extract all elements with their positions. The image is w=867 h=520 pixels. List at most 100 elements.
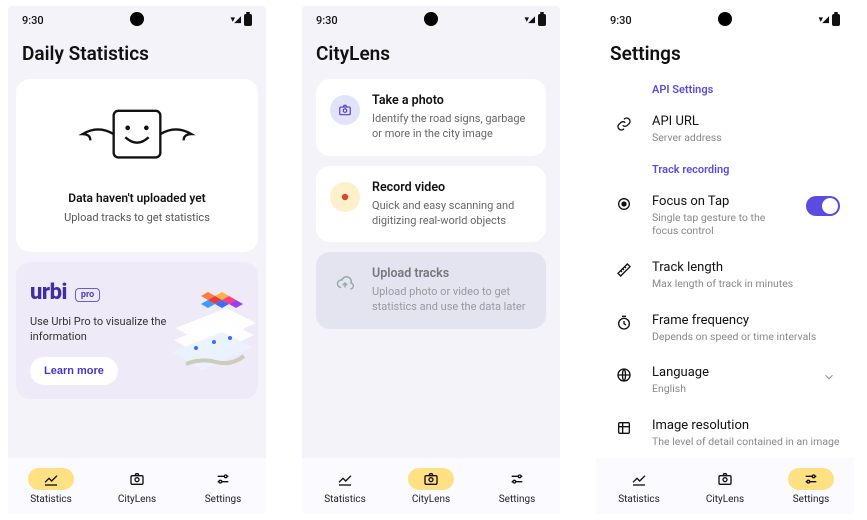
- setting-sub: English: [652, 382, 808, 396]
- promo-pill: pro: [75, 288, 100, 302]
- bottom-navbar: Statistics CityLens Settings: [596, 458, 854, 514]
- status-right: ▾◢: [231, 14, 252, 26]
- promo-card[interactable]: urbi pro Use Urbi Pro to visualize the i…: [16, 262, 258, 399]
- statusbar: 9:30 ▾◢: [302, 6, 560, 34]
- nav-citylens[interactable]: CityLens: [690, 468, 760, 505]
- promo-art-icon: [146, 268, 258, 388]
- nav-citylens-label: CityLens: [412, 494, 450, 505]
- timer-icon: [610, 313, 638, 331]
- nav-statistics[interactable]: Statistics: [604, 468, 674, 505]
- section-track-recording: Track recording: [596, 159, 854, 186]
- cloud-upload-icon: [330, 268, 360, 298]
- setting-title: Frame frequency: [652, 313, 840, 328]
- signal-icon: ▾◢: [231, 15, 240, 25]
- page-title: Settings: [596, 34, 854, 79]
- signal-icon: ▾◢: [819, 15, 828, 25]
- nav-statistics-label: Statistics: [30, 494, 72, 505]
- nav-citylens[interactable]: CityLens: [102, 468, 172, 505]
- bottom-navbar: Statistics CityLens Settings: [302, 458, 560, 514]
- setting-language[interactable]: Language English: [596, 357, 854, 410]
- nav-citylens-label: CityLens: [118, 494, 156, 505]
- camera-icon: [129, 471, 145, 487]
- focus-toggle[interactable]: [806, 196, 840, 216]
- nav-settings[interactable]: Settings: [482, 468, 552, 505]
- action-upload-tracks: Upload tracks Upload photo or video to g…: [316, 252, 546, 329]
- nav-statistics[interactable]: Statistics: [310, 468, 380, 505]
- setting-sub: The level of detail contained in an imag…: [652, 435, 840, 449]
- chart-line-icon: [43, 471, 59, 487]
- screen-statistics: 9:30 ▾◢ Daily Statistics Data haven't up…: [8, 6, 266, 514]
- statusbar: 9:30 ▾◢: [596, 6, 854, 34]
- setting-title: Image resolution: [652, 418, 840, 433]
- camera-hole-icon: [424, 12, 438, 26]
- page-title: Daily Statistics: [8, 34, 266, 79]
- page-title: CityLens: [302, 34, 560, 79]
- nav-statistics[interactable]: Statistics: [16, 468, 86, 505]
- chart-line-icon: [337, 471, 353, 487]
- screen-settings: 9:30 ▾◢ Settings API Settings API URL Se…: [596, 6, 854, 514]
- camera-icon: [423, 471, 439, 487]
- globe-icon: [610, 365, 638, 383]
- shrug-face-icon: [67, 103, 207, 177]
- status-time: 9:30: [22, 14, 44, 27]
- nav-settings-label: Settings: [793, 494, 830, 505]
- chart-line-icon: [631, 471, 647, 487]
- action-desc: Quick and easy scanning and digitizing r…: [372, 199, 532, 229]
- nav-statistics-label: Statistics: [324, 494, 366, 505]
- nav-settings-label: Settings: [499, 494, 536, 505]
- nav-settings[interactable]: Settings: [776, 468, 846, 505]
- empty-state-subtitle: Upload tracks to get statistics: [64, 211, 210, 224]
- setting-image-resolution[interactable]: Image resolution The level of detail con…: [596, 410, 854, 458]
- nav-citylens-label: CityLens: [706, 494, 744, 505]
- status-time: 9:30: [316, 14, 338, 27]
- learn-more-button[interactable]: Learn more: [30, 357, 118, 385]
- setting-title: Track length: [652, 260, 840, 275]
- nav-settings-label: Settings: [205, 494, 242, 505]
- setting-frame-frequency[interactable]: Frame frequency Depends on speed or time…: [596, 305, 854, 358]
- signal-icon: ▾◢: [525, 15, 534, 25]
- status-right: ▾◢: [819, 14, 840, 26]
- setting-title: Focus on Tap: [652, 194, 792, 209]
- nav-statistics-label: Statistics: [618, 494, 660, 505]
- ruler-icon: [610, 260, 638, 278]
- battery-icon: [832, 14, 840, 26]
- setting-sub: Single tap gesture to the focus control: [652, 211, 792, 238]
- camera-icon: [717, 471, 733, 487]
- action-record-video[interactable]: Record video Quick and easy scanning and…: [316, 166, 546, 243]
- camera-hole-icon: [130, 12, 144, 26]
- bottom-navbar: Statistics CityLens Settings: [8, 458, 266, 514]
- sliders-icon: [509, 471, 525, 487]
- image-resolution-icon: [610, 418, 638, 436]
- setting-title: Language: [652, 365, 808, 380]
- link-icon: [610, 114, 638, 132]
- sliders-icon: [215, 471, 231, 487]
- camera-hole-icon: [718, 12, 732, 26]
- target-icon: [610, 194, 638, 212]
- empty-state-card: Data haven't uploaded yet Upload tracks …: [16, 79, 258, 252]
- setting-track-length[interactable]: Track length Max length of track in minu…: [596, 252, 854, 305]
- status-right: ▾◢: [525, 14, 546, 26]
- setting-sub: Max length of track in minutes: [652, 277, 840, 291]
- action-desc: Identify the road signs, garbage or more…: [372, 112, 532, 142]
- setting-api-url[interactable]: API URL Server address: [596, 106, 854, 159]
- setting-title: API URL: [652, 114, 840, 129]
- action-title: Upload tracks: [372, 266, 532, 281]
- battery-icon: [538, 14, 546, 26]
- action-title: Take a photo: [372, 93, 532, 108]
- setting-sub: Server address: [652, 131, 840, 145]
- statusbar: 9:30 ▾◢: [8, 6, 266, 34]
- action-desc: Upload photo or video to get statistics …: [372, 285, 532, 315]
- promo-brand: urbi: [30, 280, 67, 305]
- battery-icon: [244, 14, 252, 26]
- action-title: Record video: [372, 180, 532, 195]
- setting-focus-on-tap[interactable]: Focus on Tap Single tap gesture to the f…: [596, 186, 854, 252]
- nav-citylens[interactable]: CityLens: [396, 468, 466, 505]
- sliders-icon: [803, 471, 819, 487]
- nav-settings[interactable]: Settings: [188, 468, 258, 505]
- screen-citylens: 9:30 ▾◢ CityLens Take a photo Identify t…: [302, 6, 560, 514]
- action-take-photo[interactable]: Take a photo Identify the road signs, ga…: [316, 79, 546, 156]
- empty-state-title: Data haven't uploaded yet: [68, 191, 205, 205]
- record-icon: [330, 182, 360, 212]
- setting-sub: Depends on speed or time intervals: [652, 330, 840, 344]
- status-time: 9:30: [610, 14, 632, 27]
